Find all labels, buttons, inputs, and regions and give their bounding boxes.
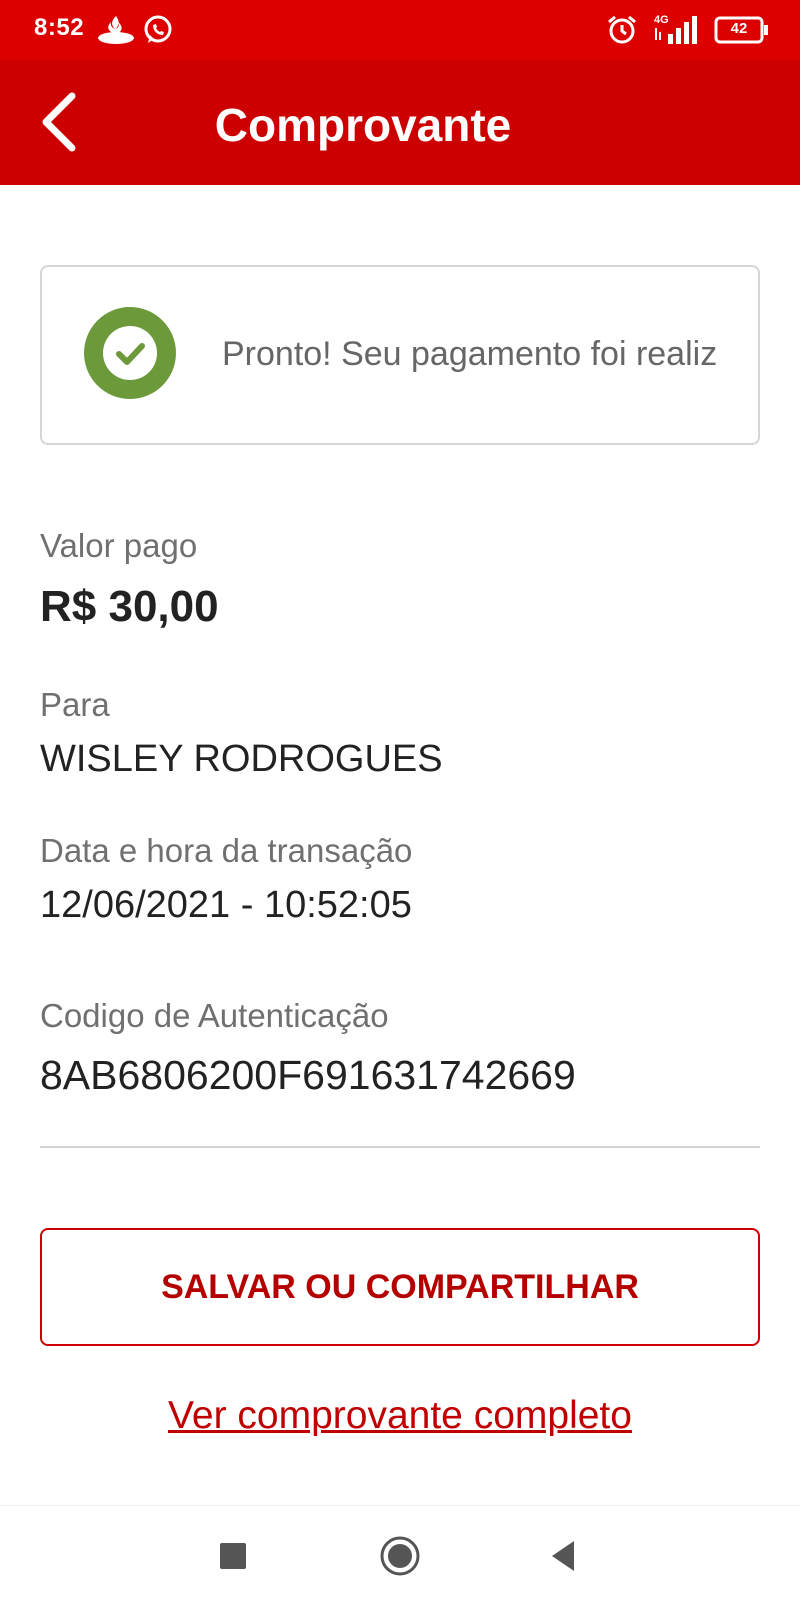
back-icon[interactable]	[548, 1539, 578, 1578]
network-type: 4G	[654, 14, 669, 26]
app-bar: Comprovante	[0, 60, 800, 185]
payment-status-message: Pronto! Seu pagamento foi realiz	[222, 335, 718, 373]
datetime-label: Data e hora da transação	[40, 832, 413, 869]
amount-label: Valor pago	[40, 527, 198, 564]
auth-code-label: Codigo de Autenticação	[40, 997, 389, 1034]
divider	[40, 1146, 760, 1148]
recipient-label: Para	[40, 686, 110, 723]
datetime-value: 12/06/2021 - 10:52:05	[40, 884, 412, 926]
payment-status-card: Pronto! Seu pagamento foi realiz	[40, 265, 760, 445]
alarm-icon	[606, 14, 638, 51]
whatsapp-icon	[142, 14, 174, 51]
battery-icon: 42	[714, 16, 770, 44]
view-full-receipt-link[interactable]: Ver comprovante completo	[0, 1394, 800, 1438]
battery-level: 42	[730, 20, 748, 37]
system-nav-bar	[0, 1505, 800, 1600]
home-icon[interactable]	[379, 1535, 421, 1582]
amount-value: R$ 30,00	[40, 582, 219, 631]
status-bar: 8:52 4G 42	[0, 0, 800, 60]
page-title: Comprovante	[214, 99, 512, 151]
santander-icon	[96, 14, 136, 51]
signal-icon: 4G	[652, 12, 704, 51]
check-circle-icon	[84, 307, 176, 399]
auth-code-value: 8AB6806200F691631742669	[40, 1052, 576, 1098]
recent-apps-icon[interactable]	[218, 1541, 248, 1576]
status-time: 8:52	[34, 14, 85, 41]
save-or-share-button[interactable]: SALVAR OU COMPARTILHAR	[40, 1228, 760, 1346]
recipient-value: WISLEY RODROGUES	[40, 738, 443, 780]
